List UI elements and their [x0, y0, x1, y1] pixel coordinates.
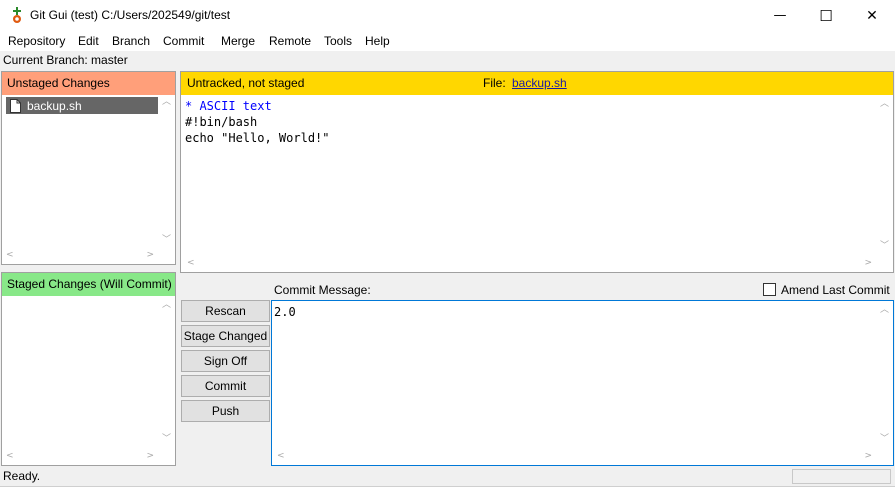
menu-bar: Repository Edit Branch Commit Merge Remo…	[0, 31, 895, 51]
menu-edit[interactable]: Edit	[78, 34, 99, 48]
diff-file-label: File:	[483, 76, 506, 90]
diff-status-label: Untracked, not staged	[187, 76, 305, 90]
status-progress-field	[792, 469, 891, 484]
scroll-up-icon[interactable]: ︿	[880, 305, 889, 315]
scroll-right-icon[interactable]: >	[146, 451, 154, 461]
amend-last-commit-checkbox[interactable]	[763, 283, 776, 296]
unstaged-changes-pane: Unstaged Changes backup.sh ︿ ﹀ < >	[1, 71, 176, 265]
menu-repository[interactable]: Repository	[8, 34, 65, 48]
diff-line: #!bin/bash	[185, 115, 258, 129]
sign-off-button[interactable]: Sign Off	[181, 350, 270, 372]
scroll-left-icon[interactable]: <	[277, 451, 285, 461]
maximize-icon: ☐	[819, 6, 833, 25]
scroll-up-icon[interactable]: ︿	[162, 97, 171, 107]
close-icon: ✕	[866, 7, 878, 24]
menu-branch[interactable]: Branch	[112, 34, 150, 48]
scroll-right-icon[interactable]: >	[864, 258, 872, 268]
maximize-button[interactable]: ☐	[803, 0, 849, 31]
file-icon	[10, 98, 21, 113]
unstaged-file-name: backup.sh	[27, 98, 82, 113]
unstaged-file-item[interactable]: backup.sh	[6, 97, 158, 114]
unstaged-changes-header: Unstaged Changes	[2, 72, 175, 95]
commit-horizontal-scrollbar[interactable]: < >	[272, 448, 876, 465]
close-button[interactable]: ✕	[849, 0, 895, 31]
diff-line: echo "Hello, World!"	[185, 131, 330, 145]
menu-remote[interactable]: Remote	[269, 34, 311, 48]
diff-content[interactable]: * ASCII text #!bin/bash echo "Hello, Wor…	[185, 98, 330, 146]
diff-viewer-pane: Untracked, not staged File: backup.sh * …	[180, 71, 894, 273]
amend-last-commit-label[interactable]: Amend Last Commit	[781, 283, 890, 297]
minimize-button[interactable]: —	[757, 0, 803, 31]
scroll-up-icon[interactable]: ︿	[162, 300, 171, 310]
current-branch-label: Current Branch: master	[3, 53, 128, 67]
scroll-down-icon[interactable]: ﹀	[880, 434, 889, 444]
scroll-down-icon[interactable]: ﹀	[880, 241, 889, 251]
diff-horizontal-scrollbar[interactable]: < >	[181, 255, 876, 272]
diff-line: * ASCII text	[185, 99, 272, 113]
staged-changes-header: Staged Changes (Will Commit)	[2, 273, 175, 296]
commit-message-label: Commit Message:	[274, 283, 371, 297]
staged-horizontal-scrollbar[interactable]: < >	[2, 448, 158, 465]
status-bar-text: Ready.	[3, 469, 41, 483]
minimize-icon: —	[773, 8, 787, 23]
unstaged-horizontal-scrollbar[interactable]: < >	[2, 247, 158, 264]
diff-header: Untracked, not staged File: backup.sh	[181, 72, 893, 95]
scroll-right-icon[interactable]: >	[146, 250, 154, 260]
diff-file-link[interactable]: backup.sh	[512, 76, 567, 90]
scroll-left-icon[interactable]: <	[6, 250, 14, 260]
scroll-up-icon[interactable]: ︿	[880, 99, 889, 109]
rescan-button[interactable]: Rescan	[181, 300, 270, 322]
scroll-right-icon[interactable]: >	[864, 451, 872, 461]
commit-message-text: 2.0	[274, 305, 296, 319]
commit-message-input[interactable]: 2.0 ︿ ﹀ < >	[271, 300, 894, 466]
menu-help[interactable]: Help	[365, 34, 390, 48]
push-button[interactable]: Push	[181, 400, 270, 422]
diff-vertical-scrollbar[interactable]: ︿ ﹀	[876, 95, 893, 255]
menu-tools[interactable]: Tools	[324, 34, 352, 48]
scroll-down-icon[interactable]: ﹀	[162, 235, 171, 245]
window-title: Git Gui (test) C:/Users/202549/git/test	[30, 8, 231, 22]
scroll-left-icon[interactable]: <	[6, 451, 14, 461]
scroll-down-icon[interactable]: ﹀	[162, 434, 171, 444]
commit-vertical-scrollbar[interactable]: ︿ ﹀	[876, 301, 893, 448]
menu-commit[interactable]: Commit	[163, 34, 204, 48]
git-gui-app-icon	[13, 7, 21, 23]
unstaged-vertical-scrollbar[interactable]: ︿ ﹀	[158, 95, 175, 247]
commit-button[interactable]: Commit	[181, 375, 270, 397]
staged-changes-pane: Staged Changes (Will Commit) ︿ ﹀ < >	[1, 272, 176, 466]
staged-vertical-scrollbar[interactable]: ︿ ﹀	[158, 296, 175, 448]
scroll-left-icon[interactable]: <	[187, 258, 195, 268]
stage-changed-button[interactable]: Stage Changed	[181, 325, 270, 347]
menu-merge[interactable]: Merge	[221, 34, 255, 48]
